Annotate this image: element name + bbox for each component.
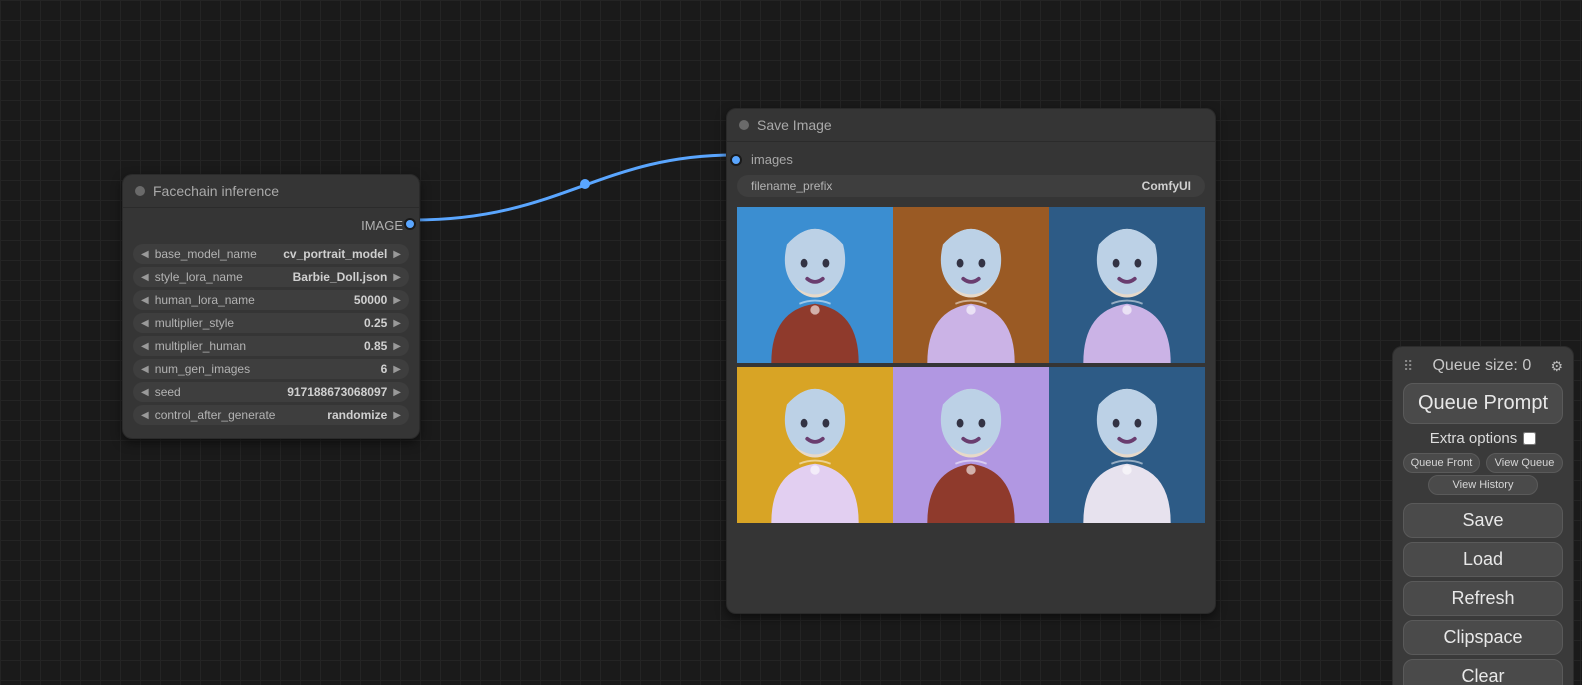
input-images-port[interactable]: images	[737, 148, 1205, 171]
node-facechain-inference[interactable]: Facechain inference IMAGE ◀base_model_na…	[122, 174, 420, 439]
param-label: style_lora_name	[149, 270, 293, 284]
param-label: num_gen_images	[149, 362, 381, 376]
param-control_after_generate[interactable]: ◀control_after_generaterandomize▶	[133, 405, 409, 425]
settings-gear-icon[interactable]: ⚙	[1550, 358, 1563, 375]
portrait-illustration	[737, 365, 893, 525]
drag-handle-icon[interactable]: ⠿	[1403, 358, 1413, 375]
extra-options-label: Extra options	[1430, 430, 1518, 447]
node-collapse-dot[interactable]	[739, 120, 749, 130]
preview-tile[interactable]	[737, 205, 893, 365]
param-label: human_lora_name	[149, 293, 354, 307]
param-base_model_name[interactable]: ◀base_model_namecv_portrait_model▶	[133, 244, 409, 264]
chevron-right-icon[interactable]: ▶	[393, 295, 401, 306]
param-multiplier_style[interactable]: ◀multiplier_style0.25▶	[133, 313, 409, 333]
param-label: base_model_name	[149, 247, 284, 261]
preview-tile[interactable]	[893, 365, 1049, 525]
load-button[interactable]: Load	[1403, 542, 1563, 577]
extra-options-row[interactable]: Extra options	[1403, 430, 1563, 447]
node-header[interactable]: Save Image	[727, 109, 1215, 142]
images-input-socket[interactable]	[730, 154, 742, 166]
chevron-right-icon[interactable]: ▶	[393, 249, 401, 260]
param-value: 0.25	[364, 316, 393, 330]
chevron-left-icon[interactable]: ◀	[141, 387, 149, 398]
view-queue-button[interactable]: View Queue	[1486, 453, 1563, 473]
portrait-illustration	[737, 205, 893, 365]
chevron-left-icon[interactable]: ◀	[141, 295, 149, 306]
preview-tile[interactable]	[737, 365, 893, 525]
param-value: 6	[381, 362, 394, 376]
image-preview-grid	[737, 205, 1205, 525]
view-history-button[interactable]: View History	[1428, 475, 1538, 495]
node-title: Facechain inference	[153, 183, 279, 199]
image-output-socket[interactable]	[404, 218, 416, 230]
input-label: images	[751, 152, 793, 167]
filename-prefix-field[interactable]: filename_prefix ComfyUI	[737, 175, 1205, 197]
chevron-left-icon[interactable]: ◀	[141, 410, 149, 421]
chevron-right-icon[interactable]: ▶	[393, 341, 401, 352]
control-panel[interactable]: ⠿ Queue size: 0 ⚙ Queue Prompt Extra opt…	[1392, 346, 1574, 685]
extra-options-checkbox[interactable]	[1523, 432, 1536, 445]
node-collapse-dot[interactable]	[135, 186, 145, 196]
chevron-left-icon[interactable]: ◀	[141, 249, 149, 260]
param-value: 50000	[354, 293, 393, 307]
chevron-right-icon[interactable]: ▶	[393, 410, 401, 421]
param-value: 917188673068097	[287, 385, 393, 399]
param-label: multiplier_human	[149, 339, 364, 353]
param-human_lora_name[interactable]: ◀human_lora_name50000▶	[133, 290, 409, 310]
chevron-right-icon[interactable]: ▶	[393, 387, 401, 398]
param-value: 0.85	[364, 339, 393, 353]
filename-prefix-value: ComfyUI	[1142, 179, 1191, 193]
chevron-left-icon[interactable]: ◀	[141, 318, 149, 329]
param-seed[interactable]: ◀seed917188673068097▶	[133, 382, 409, 402]
chevron-right-icon[interactable]: ▶	[393, 364, 401, 375]
queue-size-label: Queue size: 0	[1413, 357, 1550, 375]
param-value: Barbie_Doll.json	[293, 270, 394, 284]
param-num_gen_images[interactable]: ◀num_gen_images6▶	[133, 359, 409, 379]
output-label: IMAGE	[361, 218, 403, 233]
refresh-button[interactable]: Refresh	[1403, 581, 1563, 616]
param-label: seed	[149, 385, 287, 399]
node-title: Save Image	[757, 117, 832, 133]
chevron-left-icon[interactable]: ◀	[141, 272, 149, 283]
portrait-illustration	[893, 365, 1049, 525]
chevron-left-icon[interactable]: ◀	[141, 341, 149, 352]
param-label: control_after_generate	[149, 408, 328, 422]
chevron-right-icon[interactable]: ▶	[393, 272, 401, 283]
output-image-port[interactable]: IMAGE	[133, 214, 409, 241]
chevron-right-icon[interactable]: ▶	[393, 318, 401, 329]
preview-tile[interactable]	[1049, 365, 1205, 525]
node-save-image[interactable]: Save Image images filename_prefix ComfyU…	[726, 108, 1216, 614]
chevron-left-icon[interactable]: ◀	[141, 364, 149, 375]
queue-prompt-button[interactable]: Queue Prompt	[1403, 383, 1563, 424]
portrait-illustration	[1049, 205, 1205, 365]
param-style_lora_name[interactable]: ◀style_lora_nameBarbie_Doll.json▶	[133, 267, 409, 287]
param-label: multiplier_style	[149, 316, 364, 330]
preview-tile[interactable]	[893, 205, 1049, 365]
portrait-illustration	[893, 205, 1049, 365]
save-button[interactable]: Save	[1403, 503, 1563, 538]
node-header[interactable]: Facechain inference	[123, 175, 419, 208]
param-value: randomize	[327, 408, 393, 422]
param-multiplier_human[interactable]: ◀multiplier_human0.85▶	[133, 336, 409, 356]
clipspace-button[interactable]: Clipspace	[1403, 620, 1563, 655]
preview-tile[interactable]	[1049, 205, 1205, 365]
filename-prefix-label: filename_prefix	[751, 179, 1142, 193]
portrait-illustration	[1049, 365, 1205, 525]
clear-button[interactable]: Clear	[1403, 659, 1563, 685]
param-value: cv_portrait_model	[283, 247, 393, 261]
queue-front-button[interactable]: Queue Front	[1403, 453, 1480, 473]
